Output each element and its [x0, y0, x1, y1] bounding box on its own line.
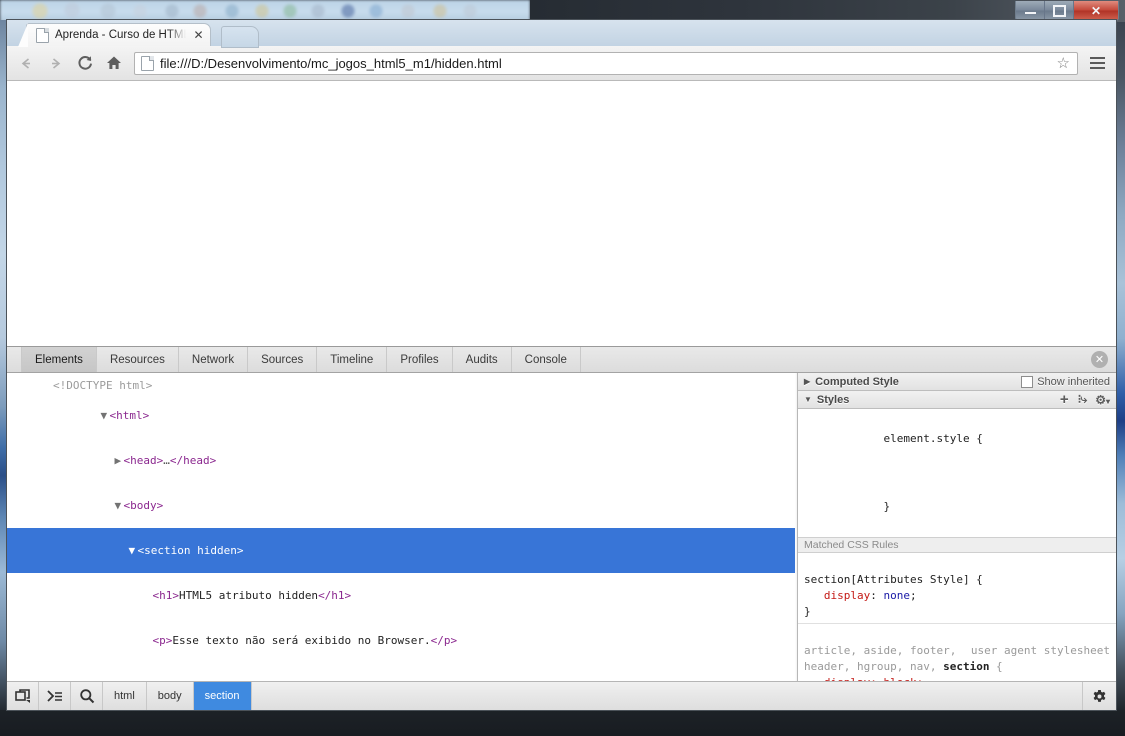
browser-tab[interactable]: Aprenda - Curso de HTML5 - Mod ✕: [18, 23, 211, 47]
tab-console[interactable]: Console: [512, 347, 581, 372]
screen-root: ✕ Aprenda - Curso de HTML5 - Mod ✕: [0, 0, 1125, 736]
rule-selector-part2: header, hgroup, nav,: [804, 660, 944, 673]
close-devtools-button[interactable]: ✕: [1091, 351, 1108, 368]
css-rule-attributes-style[interactable]: section[Attributes Style] { display: non…: [798, 553, 1116, 624]
browser-window: Aprenda - Curso de HTML5 - Mod ✕: [7, 20, 1116, 710]
tab-sources[interactable]: Sources: [248, 347, 318, 372]
element-style-close: }: [883, 500, 891, 513]
tab-timeline[interactable]: Timeline: [317, 347, 388, 372]
tab-resources[interactable]: Resources: [97, 347, 179, 372]
back-button[interactable]: [13, 50, 40, 77]
element-style-rule[interactable]: element.style { }: [798, 409, 1116, 537]
chrome-menu-button[interactable]: [1085, 50, 1110, 77]
glass-titlebar-left: [0, 0, 530, 22]
inspect-element-icon[interactable]: [71, 682, 103, 710]
dom-node-p[interactable]: <p>Esse texto não será exibido no Browse…: [7, 618, 797, 663]
window-controls: ✕: [1015, 1, 1119, 21]
show-inherited-label: Show inherited: [1037, 375, 1110, 388]
rule-selector: section[Attributes Style] {: [804, 573, 983, 586]
dom-node-doctype[interactable]: <!DOCTYPE html>: [7, 378, 797, 393]
css-rule-user-agent[interactable]: article, aside, footer, user agent styles…: [798, 624, 1116, 682]
address-bar[interactable]: file:///D:/Desenvolvimento/mc_jogos_html…: [134, 51, 1078, 75]
computed-style-label: Computed Style: [815, 375, 899, 388]
add-rule-icon[interactable]: +: [1060, 392, 1069, 407]
new-tab-button[interactable]: [221, 26, 259, 48]
dom-node-section-close[interactable]: </section>: [7, 663, 797, 682]
element-state-icon[interactable]: ⁝⤷: [1078, 392, 1087, 407]
console-drawer-icon[interactable]: [39, 682, 71, 710]
dom-node-html-open[interactable]: ▼ <html>: [7, 393, 797, 438]
css-property-value[interactable]: none: [883, 589, 910, 602]
tab-network[interactable]: Network: [179, 347, 249, 372]
reload-button[interactable]: [71, 50, 98, 77]
devtools-panel: Elements Resources Network Sources Timel…: [7, 346, 1116, 710]
stylesheet-origin-label: user agent stylesheet: [970, 644, 1110, 657]
settings-gear-icon[interactable]: [1082, 682, 1116, 710]
styles-section-header[interactable]: ▼ Styles + ⁝⤷ ⚙▾: [798, 391, 1116, 409]
tab-title: Aprenda - Curso de HTML5 - Mod: [55, 29, 186, 41]
tab-profiles[interactable]: Profiles: [387, 347, 453, 372]
styles-label: Styles: [816, 393, 850, 406]
devtools-body: <!DOCTYPE html> ▼ <html> ▶ <head>…</head> …: [7, 373, 1116, 682]
dom-node-h1[interactable]: <h1>HTML5 atributo hidden</h1>: [7, 573, 797, 618]
minimize-button[interactable]: [1016, 1, 1045, 20]
computed-style-section-header[interactable]: ▶ Computed Style Show inherited: [798, 373, 1116, 391]
close-icon[interactable]: ✕: [192, 28, 205, 42]
dom-node-head[interactable]: ▶ <head>…</head>: [7, 438, 797, 483]
gear-icon[interactable]: ⚙▾: [1095, 393, 1110, 407]
rule-selector-part1: article, aside, footer,: [804, 644, 957, 657]
navigation-toolbar: file:///D:/Desenvolvimento/mc_jogos_html…: [7, 46, 1116, 81]
breadcrumb-section[interactable]: section: [193, 682, 252, 710]
rule-close-brace: }: [804, 605, 811, 618]
matched-css-rules-label: Matched CSS Rules: [798, 537, 1116, 553]
dom-node-body-open[interactable]: ▼ <body>: [7, 483, 797, 528]
element-style-selector: element.style {: [883, 432, 983, 445]
chevron-down-icon: ▼: [804, 395, 812, 404]
restore-button[interactable]: [1045, 1, 1074, 20]
breadcrumb-body[interactable]: body: [147, 682, 194, 710]
css-property-name[interactable]: display: [824, 589, 870, 602]
chevron-right-icon: ▶: [804, 377, 811, 386]
page-icon: [36, 27, 49, 43]
devtools-tabbar: Elements Resources Network Sources Timel…: [7, 347, 1116, 373]
tab-strip: Aprenda - Curso de HTML5 - Mod ✕: [7, 20, 1116, 48]
rule-selector-match: section: [943, 660, 990, 673]
page-icon: [141, 55, 154, 71]
page-viewport: [7, 81, 1116, 347]
show-inherited-checkbox[interactable]: Show inherited: [1021, 375, 1110, 388]
statusbar-spacer: [252, 682, 1083, 710]
devtools-statusbar: html body section: [7, 681, 1116, 710]
url-text[interactable]: file:///D:/Desenvolvimento/mc_jogos_html…: [160, 56, 1054, 71]
tab-elements[interactable]: Elements: [21, 347, 97, 372]
window-frame-right: [1116, 22, 1125, 710]
dock-icon[interactable]: [7, 682, 39, 710]
dom-tree-pane[interactable]: <!DOCTYPE html> ▼ <html> ▶ <head>…</head> …: [7, 373, 798, 682]
window-frame-bottom: [0, 710, 1125, 736]
forward-button[interactable]: [42, 50, 69, 77]
bookmark-star-icon[interactable]: ☆: [1054, 54, 1073, 72]
breadcrumb-html[interactable]: html: [103, 682, 147, 710]
tab-audits[interactable]: Audits: [453, 347, 512, 372]
close-window-button[interactable]: ✕: [1074, 1, 1118, 20]
styles-sidebar: ▶ Computed Style Show inherited ▼ Styles: [798, 373, 1116, 682]
home-button[interactable]: [100, 50, 127, 77]
checkbox-icon[interactable]: [1021, 375, 1034, 388]
dom-node-section-selected[interactable]: ▼ <section hidden>: [7, 528, 797, 573]
